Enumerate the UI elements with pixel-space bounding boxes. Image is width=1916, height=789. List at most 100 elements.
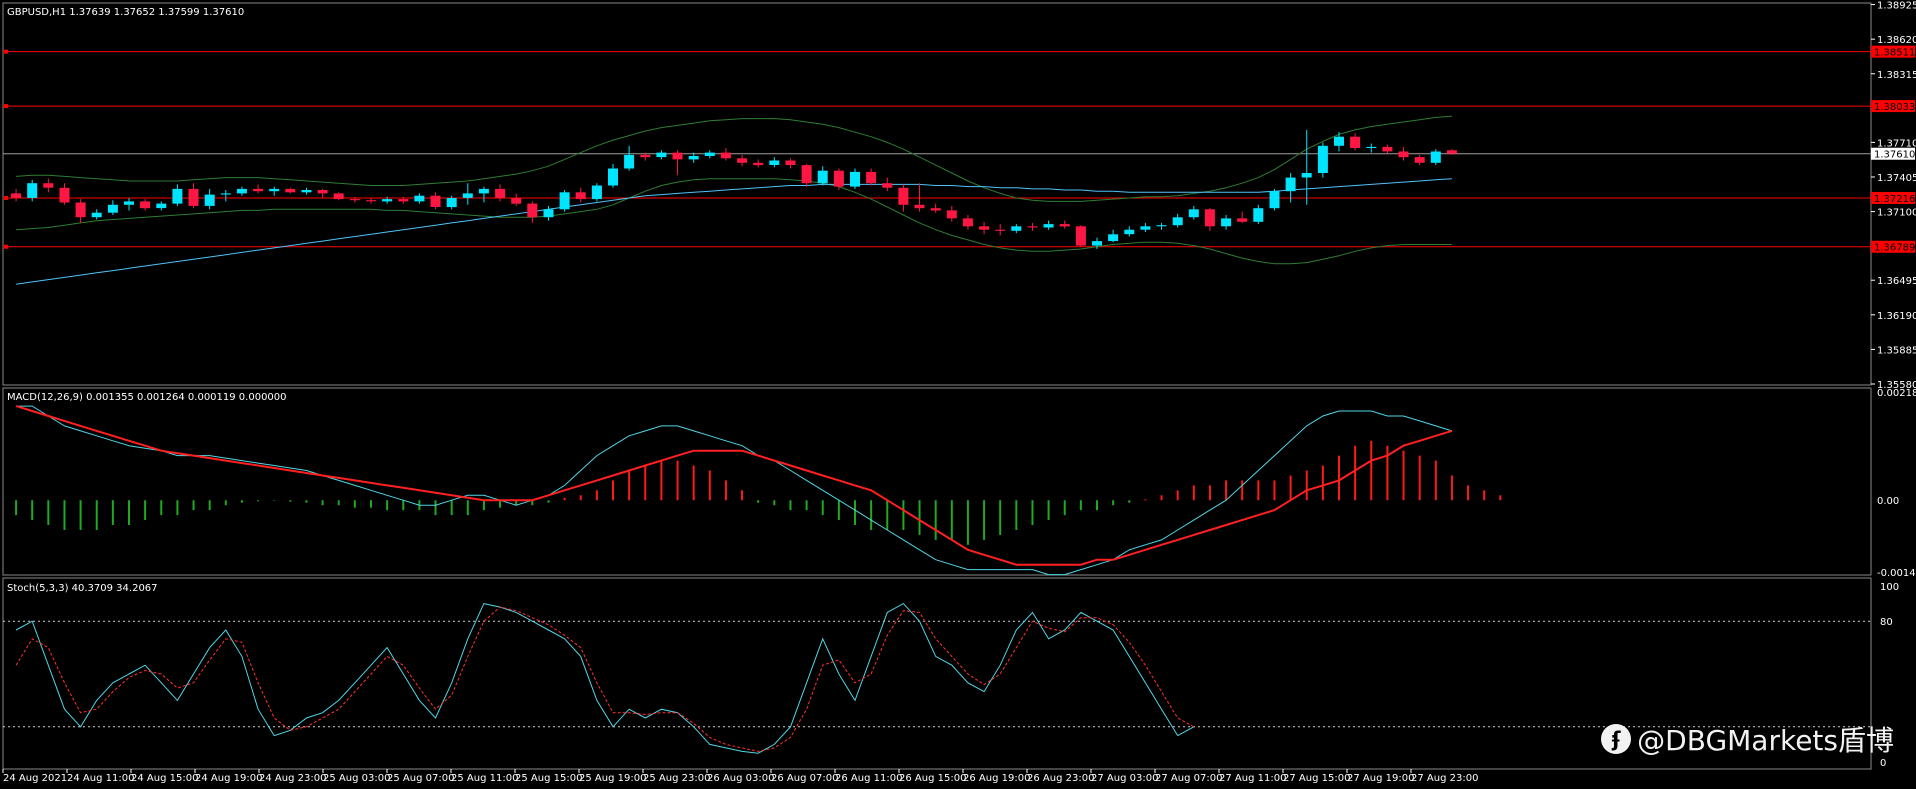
candle-body — [720, 152, 731, 159]
chart-canvas[interactable]: 1.38511 1.38033 1.37216 1.36789 1.37610 1.38… — [0, 0, 1916, 789]
candle-body — [898, 187, 909, 205]
candle-body — [882, 183, 893, 188]
candle-body — [1350, 136, 1361, 148]
price-tick-label: 1.38620 — [1877, 35, 1916, 46]
candle-body — [462, 193, 473, 198]
time-tick-label: 27 Aug 07:00 — [1155, 773, 1222, 784]
level-label: 1.38511 — [1874, 48, 1915, 59]
macd-header: MACD(12,26,9) 0.001355 0.001264 0.000119… — [7, 392, 287, 403]
time-tick-label: 26 Aug 15:00 — [899, 773, 966, 784]
watermark-text: @DBGMarkets盾博 — [1637, 724, 1894, 757]
candle-body — [430, 195, 441, 207]
level-marker — [4, 244, 8, 249]
dbg-logo-icon: ʄ — [1601, 724, 1632, 754]
candle-body — [559, 192, 570, 210]
price-tick-label: 1.35885 — [1877, 345, 1916, 356]
candle-body — [979, 226, 990, 230]
macd-tick-label: -0.001448 — [1877, 568, 1916, 579]
price-tick-label: 1.38925 — [1877, 1, 1916, 12]
candle-body — [495, 188, 506, 198]
candle-body — [414, 195, 425, 202]
price-tick-label: 1.37710 — [1877, 138, 1916, 149]
time-tick-label: 25 Aug 19:00 — [579, 773, 646, 784]
candle-body — [1253, 208, 1264, 222]
price-tick-label: 1.38315 — [1877, 70, 1916, 81]
candle-body — [124, 201, 134, 205]
time-tick-label: 25 Aug 03:00 — [323, 773, 390, 784]
time-tick-label: 24 Aug 2021 — [3, 773, 67, 784]
candle-body — [785, 160, 796, 165]
time-tick-label: 26 Aug 11:00 — [835, 773, 902, 784]
candle-body — [172, 188, 183, 204]
time-tick-label: 24 Aug 15:00 — [131, 773, 198, 784]
candle-body — [930, 208, 941, 211]
main-header: GBPUSD,H1 1.37639 1.37652 1.37599 1.3761… — [7, 7, 244, 18]
time-tick-label: 25 Aug 15:00 — [515, 773, 582, 784]
time-tick-label: 27 Aug 19:00 — [1347, 773, 1414, 784]
time-tick-label: 24 Aug 11:00 — [67, 773, 134, 784]
candle-body — [1382, 146, 1393, 152]
stoch-tick-label: 100 — [1880, 582, 1899, 593]
candle-body — [995, 229, 1006, 231]
candle-body — [107, 204, 118, 213]
candle-body — [1092, 241, 1102, 246]
candle-body — [640, 154, 651, 158]
candle-body — [140, 201, 151, 209]
candle-body — [753, 162, 764, 166]
candle-body — [43, 183, 54, 188]
candle-body — [269, 188, 280, 192]
candle-body — [704, 152, 715, 156]
candle-body — [769, 160, 780, 165]
candle-body — [317, 190, 328, 194]
candle-body — [382, 199, 393, 202]
candle-body — [27, 183, 38, 198]
candle-body — [511, 198, 522, 204]
stoch-header: Stoch(5,3,3) 40.3709 34.2067 — [7, 583, 158, 594]
candle-body — [188, 188, 199, 206]
candle-body — [11, 193, 22, 198]
stoch-tick-label: 80 — [1880, 617, 1893, 628]
candle-body — [737, 158, 748, 163]
candle-body — [59, 187, 70, 203]
candle-body — [656, 152, 667, 158]
candle-body — [1059, 224, 1070, 227]
candle-body — [253, 188, 264, 192]
candle-body — [220, 193, 231, 195]
candle-body — [914, 204, 925, 209]
candle-body — [236, 188, 247, 194]
candle-body — [1027, 226, 1038, 228]
candle-body — [817, 170, 828, 184]
candle-body — [850, 171, 860, 187]
candle-body — [301, 190, 312, 193]
candle-body — [1204, 209, 1215, 227]
candle-body — [91, 212, 102, 218]
level-label: 1.38033 — [1874, 102, 1915, 113]
candle-body — [333, 193, 344, 200]
level-label: 1.36789 — [1874, 243, 1915, 254]
candle-body — [833, 170, 844, 187]
candle-body — [75, 202, 86, 218]
candle-body — [1446, 150, 1457, 154]
time-tick-label: 27 Aug 11:00 — [1219, 773, 1286, 784]
candle-body — [1172, 217, 1183, 226]
candle-body — [1108, 234, 1119, 242]
level-label: 1.37216 — [1874, 194, 1915, 205]
candle-body — [946, 210, 957, 219]
candle-body — [672, 152, 683, 160]
candle-body — [156, 203, 167, 209]
time-tick-label: 24 Aug 19:00 — [195, 773, 262, 784]
candle-body — [591, 185, 602, 200]
time-tick-label: 24 Aug 23:00 — [259, 773, 326, 784]
price-tick-label: 1.36495 — [1877, 276, 1916, 287]
candle-body — [1011, 226, 1022, 231]
candle-body — [1301, 173, 1312, 178]
candle-body — [204, 194, 215, 206]
stoch-tick-label: 0 — [1880, 758, 1886, 769]
candle-body — [527, 203, 538, 218]
candle-body — [1317, 145, 1328, 173]
time-tick-label: 26 Aug 07:00 — [771, 773, 838, 784]
watermark: ʄ @DBGMarkets盾博 — [1601, 719, 1894, 759]
candle-body — [366, 200, 376, 202]
time-tick-label: 26 Aug 19:00 — [963, 773, 1030, 784]
candle-body — [1366, 146, 1377, 148]
